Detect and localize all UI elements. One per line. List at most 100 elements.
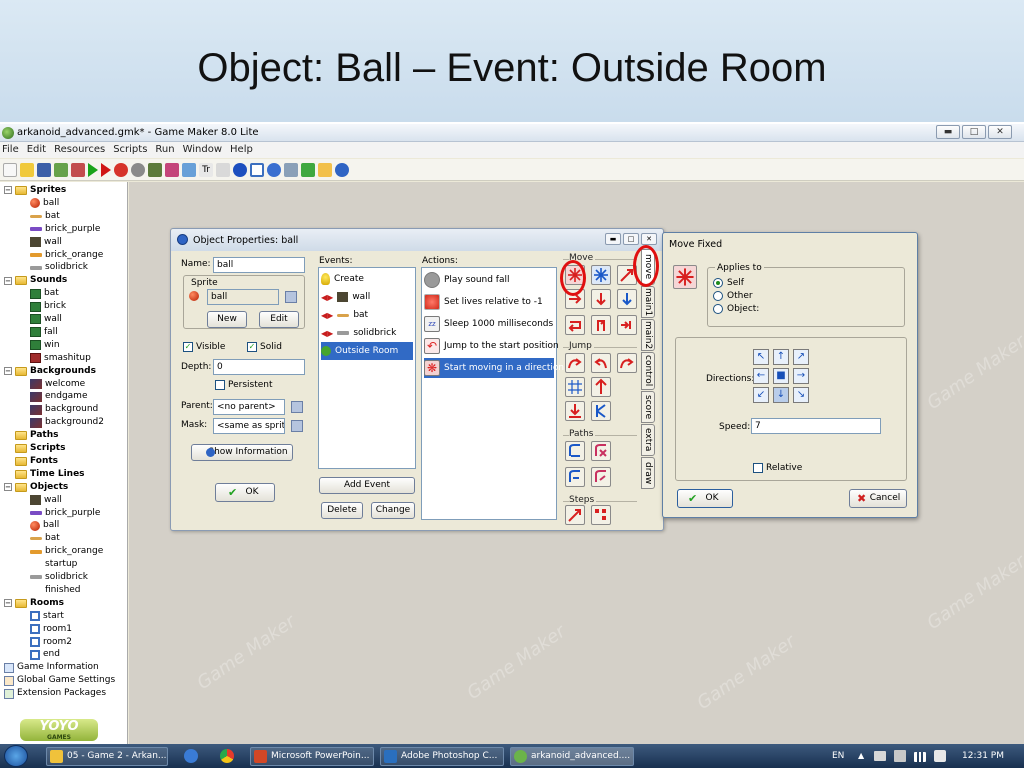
clock[interactable]: 12:31 PM [962,744,1004,768]
direction-down-right[interactable]: ↘ [793,387,809,403]
add-path-icon[interactable] [165,162,179,177]
open-folder-icon[interactable] [20,162,34,177]
solid-checkbox[interactable]: ✓ [247,342,257,352]
expand-toggle-icon[interactable]: − [4,483,12,492]
menu-run[interactable]: Run [155,142,174,158]
add-script-icon[interactable] [182,162,196,177]
advanced-mode-icon[interactable] [318,162,332,177]
menu-resources[interactable]: Resources [54,142,105,158]
menu-help[interactable]: Help [230,142,253,158]
change-event-button[interactable]: Change [371,502,415,519]
language-indicator[interactable]: EN [832,744,844,768]
relative-checkbox[interactable] [753,463,763,473]
speed-field[interactable]: 7 [751,418,881,434]
end-path-action[interactable] [591,441,611,461]
object-minimize-button[interactable]: ▬ [605,233,621,245]
close-button[interactable]: ✕ [988,125,1012,139]
friction-action[interactable] [617,315,637,335]
tree-bg-background[interactable]: background [30,403,98,416]
new-sprite-button[interactable]: New [207,311,247,328]
event-create[interactable]: Create [321,270,413,288]
direction-up[interactable]: ↑ [773,349,789,365]
tab-extra[interactable]: extra [641,424,655,456]
tree-sprite-bat[interactable]: bat [30,210,60,223]
tree-sound-bat[interactable]: bat [30,287,59,300]
tree-sprite-brick-orange[interactable]: brick_orange [30,249,103,262]
add-object-icon[interactable] [233,162,247,177]
tree-bg-welcome[interactable]: welcome [30,378,85,391]
keyboard-icon[interactable] [874,751,886,761]
publish-icon[interactable] [71,162,85,177]
action-play-sound[interactable]: Play sound fall [424,270,554,290]
tree-room-room2[interactable]: room2 [30,636,72,649]
volume-icon[interactable] [934,750,946,762]
delete-event-button[interactable]: Delete [321,502,363,519]
tree-extension-packages[interactable]: Extension Packages [4,687,106,700]
tree-object-wall[interactable]: wall [30,494,62,507]
add-font-icon[interactable]: Tr [199,162,213,177]
tab-draw[interactable]: draw [641,457,655,489]
tree-object-solidbrick[interactable]: solidbrick [30,571,88,584]
parent-field[interactable]: <no parent> [213,399,285,415]
chrome-icon[interactable] [220,749,234,763]
object-close-button[interactable]: ✕ [641,233,657,245]
move-ok-button[interactable]: ✔ OK [677,489,733,508]
task-powerpoint[interactable]: Microsoft PowerPoin... [250,747,374,766]
tree-object-brick-purple[interactable]: brick_purple [30,507,100,520]
direction-right[interactable]: → [793,368,809,384]
menu-window[interactable]: Window [183,142,222,158]
persistent-checkbox[interactable] [215,380,225,390]
ie-icon[interactable] [184,749,198,763]
wrap-screen-action[interactable] [591,377,611,397]
tree-sound-smashitup[interactable]: smashitup [30,352,91,365]
tab-main1[interactable]: main1 [641,286,655,318]
task-photoshop[interactable]: Adobe Photoshop C... [380,747,504,766]
tab-main2[interactable]: main2 [641,319,655,351]
minimize-button[interactable]: ▬ [936,125,960,139]
menu-edit[interactable]: Edit [27,142,46,158]
applies-object-radio[interactable] [713,304,723,314]
tab-control[interactable]: control [641,352,655,390]
start-button[interactable] [4,745,28,767]
folder-paths[interactable]: Paths [4,429,59,442]
object-maximize-button[interactable]: □ [623,233,639,245]
folder-rooms[interactable]: − Rooms [4,597,64,610]
menu-scripts[interactable]: Scripts [113,142,147,158]
events-list[interactable]: Create ◀▶ wall ◀▶ bat ◀▶ solidbrick Outs… [318,267,416,469]
add-timeline-icon[interactable] [216,162,230,177]
tree-object-ball[interactable]: ball [30,519,59,532]
tree-global-settings[interactable]: Global Game Settings [4,674,115,687]
folder-backgrounds[interactable]: − Backgrounds [4,365,96,378]
folder-fonts[interactable]: Fonts [4,455,58,468]
direction-down[interactable]: ↓ [773,387,789,403]
task-powerpoint-file[interactable]: 05 - Game 2 - Arkan... [46,747,168,766]
reverse-horizontal-action[interactable] [565,315,585,335]
direction-down-left[interactable]: ↙ [753,387,769,403]
expand-toggle-icon[interactable]: − [4,186,12,195]
tree-sprite-brick-purple[interactable]: brick_purple [30,223,100,236]
move-free-action[interactable] [591,265,611,285]
name-field[interactable]: ball [213,257,305,273]
expand-toggle-icon[interactable]: − [4,367,12,376]
tab-score[interactable]: score [641,391,655,423]
move-cancel-button[interactable]: ✖ Cancel [849,489,907,508]
jump-to-position-action[interactable] [565,353,585,373]
tree-sprite-wall[interactable]: wall [30,236,62,249]
event-collision-solidbrick[interactable]: ◀▶ solidbrick [321,324,413,342]
add-sprite-icon[interactable] [114,162,128,177]
extensions-icon[interactable] [301,162,315,177]
create-executable-icon[interactable] [54,162,68,177]
event-collision-bat[interactable]: ◀▶ bat [321,306,413,324]
direction-stop[interactable]: ■ [773,368,789,384]
direction-up-right[interactable]: ↗ [793,349,809,365]
applies-other-radio[interactable] [713,291,723,301]
sprite-menu-icon[interactable] [285,291,297,303]
maximize-button[interactable]: □ [962,125,986,139]
task-game-maker[interactable]: arkanoid_advanced.... [510,747,634,766]
step-towards-action[interactable] [565,505,585,525]
debug-run-icon[interactable] [101,162,111,177]
save-icon[interactable] [37,162,51,177]
menu-file[interactable]: File [2,142,19,158]
add-event-button[interactable]: Add Event [319,477,415,494]
folder-timelines[interactable]: Time Lines [4,468,85,481]
